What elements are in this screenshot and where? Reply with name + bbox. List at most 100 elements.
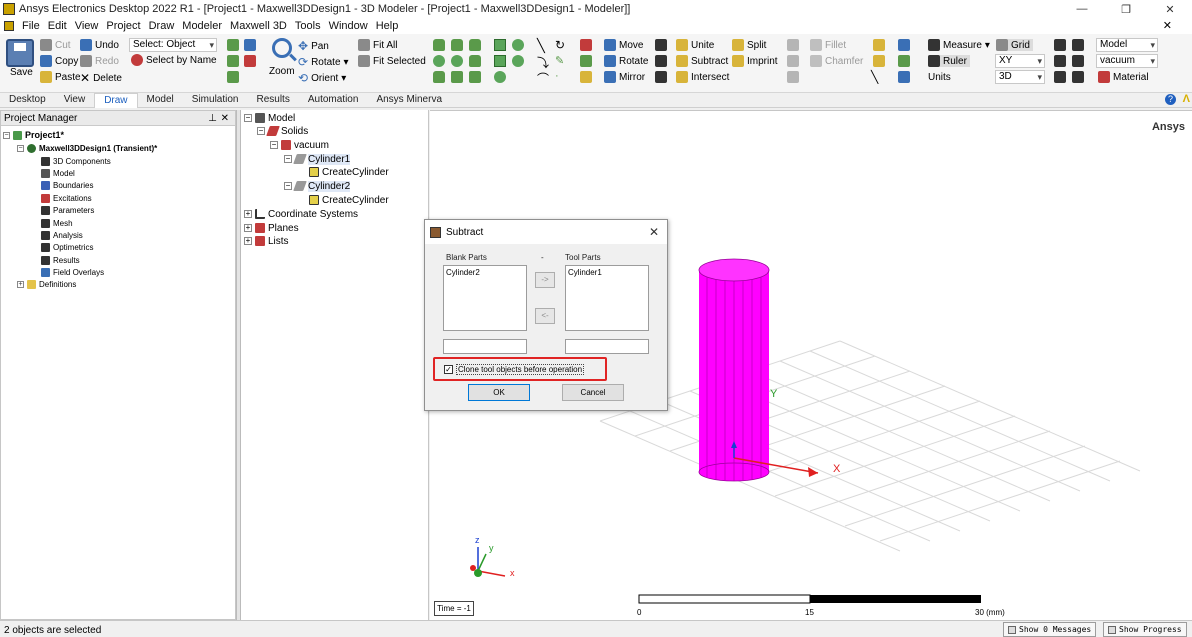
collapse-icon[interactable]: − bbox=[284, 155, 292, 163]
rectangle-icon[interactable] bbox=[494, 39, 506, 51]
snap-edge-icon[interactable] bbox=[1054, 55, 1066, 67]
close-panel-icon[interactable]: ✕ bbox=[221, 111, 229, 126]
snap-center-icon[interactable] bbox=[1054, 71, 1066, 83]
cone-primitive-icon[interactable] bbox=[451, 39, 463, 51]
collapse-icon[interactable]: − bbox=[244, 114, 252, 122]
tree-item-boundaries[interactable]: Boundaries bbox=[41, 179, 93, 191]
fit-all-button[interactable]: Fit All bbox=[358, 39, 397, 51]
tab-simulation[interactable]: Simulation bbox=[183, 93, 248, 108]
delete-button[interactable]: ✕ Delete bbox=[80, 71, 122, 85]
menu-window[interactable]: Window bbox=[325, 20, 372, 32]
mirror-button[interactable]: Mirror bbox=[604, 71, 645, 83]
sweep-icon[interactable] bbox=[787, 39, 799, 51]
close-doc-icon[interactable]: ✕ bbox=[1163, 19, 1172, 32]
pin-icon[interactable]: ⊥ bbox=[208, 111, 217, 126]
show-messages-button[interactable]: Show 0 Messages bbox=[1003, 622, 1097, 637]
tree-item-field-overlays[interactable]: Field Overlays bbox=[41, 266, 104, 278]
select-mode-combo[interactable]: Select: Object bbox=[129, 38, 217, 52]
polyhedron-primitive-icon[interactable] bbox=[433, 71, 445, 83]
point-icon[interactable]: ✎ bbox=[555, 54, 564, 67]
move-button[interactable]: Move bbox=[604, 39, 643, 51]
hexagon-icon[interactable] bbox=[494, 71, 506, 83]
coordinate-system-icon[interactable] bbox=[580, 39, 592, 51]
collapse-icon[interactable]: − bbox=[17, 144, 24, 152]
line-icon[interactable]: ╲ bbox=[537, 38, 545, 54]
expand-icon[interactable]: + bbox=[244, 224, 252, 232]
move-to-tool-button[interactable]: -> bbox=[535, 272, 555, 288]
tree-item-excitations[interactable]: Excitations bbox=[41, 192, 92, 204]
view-icon-2[interactable] bbox=[244, 39, 256, 51]
tree-item-model[interactable]: Model bbox=[41, 167, 75, 179]
snap-quadrant-icon[interactable] bbox=[1072, 71, 1084, 83]
snap-vertex-icon[interactable] bbox=[1072, 39, 1084, 51]
box-primitive-icon[interactable] bbox=[433, 39, 445, 51]
menu-maxwell3d[interactable]: Maxwell 3D bbox=[226, 20, 291, 32]
undo-button[interactable]: Undo bbox=[80, 39, 119, 51]
menu-logo-icon[interactable] bbox=[4, 21, 14, 31]
vacuum-node[interactable]: − vacuum bbox=[270, 138, 329, 152]
cylinder2-node[interactable]: − Cylinder2 bbox=[284, 179, 351, 193]
dialog-close-button[interactable]: ✕ bbox=[649, 225, 659, 239]
list-item[interactable]: Cylinder1 bbox=[568, 268, 646, 277]
rotate-view-button[interactable]: ⟳ Rotate ▾ bbox=[298, 55, 349, 69]
minimize-button[interactable]: — bbox=[1060, 0, 1104, 18]
tool-parts-field[interactable] bbox=[565, 339, 649, 354]
duplicate-icon[interactable] bbox=[655, 39, 667, 51]
tree-item-analysis[interactable]: Analysis bbox=[41, 229, 83, 241]
save-button[interactable]: Save bbox=[10, 67, 33, 78]
coordinate-systems-node[interactable]: + Coordinate Systems bbox=[244, 207, 358, 221]
tree-item-results[interactable]: Results bbox=[41, 254, 80, 266]
clone-option[interactable]: ✓ Clone tool objects before operation bbox=[444, 364, 585, 375]
expand-icon[interactable]: + bbox=[17, 280, 24, 288]
menu-view[interactable]: View bbox=[71, 20, 103, 32]
tool-parts-list[interactable]: Cylinder1 bbox=[565, 265, 649, 331]
blank-parts-field[interactable] bbox=[443, 339, 527, 354]
material-button[interactable]: Material bbox=[1098, 71, 1149, 83]
view-icon-5[interactable] bbox=[227, 71, 239, 83]
view-icon-1[interactable] bbox=[227, 39, 239, 51]
create-cylinder-1[interactable]: CreateCylinder bbox=[309, 165, 389, 179]
paste-button[interactable]: Paste bbox=[40, 71, 81, 83]
tab-model[interactable]: Model bbox=[138, 93, 183, 108]
dimension-combo[interactable]: 3D bbox=[995, 70, 1045, 84]
pan-button[interactable]: ✥ Pan bbox=[298, 39, 329, 53]
torus-primitive-icon[interactable] bbox=[451, 55, 463, 67]
surface-icon[interactable] bbox=[873, 39, 885, 51]
circle-icon[interactable] bbox=[512, 55, 524, 67]
tab-view[interactable]: View bbox=[55, 93, 95, 108]
definitions-node[interactable]: + Definitions bbox=[17, 278, 76, 290]
edge-icon[interactable] bbox=[873, 55, 885, 67]
save-icon[interactable] bbox=[6, 39, 34, 67]
move-to-blank-button[interactable]: <- bbox=[535, 308, 555, 324]
restore-button[interactable]: ❐ bbox=[1104, 0, 1148, 18]
view-icon-3[interactable] bbox=[227, 55, 239, 67]
arc-icon[interactable]: ↻ bbox=[555, 38, 565, 52]
helix-primitive-icon[interactable] bbox=[469, 55, 481, 67]
model-combo[interactable]: Model bbox=[1096, 38, 1158, 52]
plane-icon[interactable]: · bbox=[555, 70, 559, 82]
fit-selected-button[interactable]: Fit Selected bbox=[358, 55, 426, 67]
chamfer-button[interactable]: Chamfer bbox=[810, 55, 863, 67]
face-cs-icon[interactable] bbox=[898, 55, 910, 67]
cancel-button[interactable]: Cancel bbox=[562, 384, 624, 401]
menu-modeler[interactable]: Modeler bbox=[178, 20, 226, 32]
tree-item-optimetrics[interactable]: Optimetrics bbox=[41, 241, 93, 253]
thicken-icon[interactable] bbox=[787, 55, 799, 67]
tree-item-3d-components[interactable]: 3D Components bbox=[41, 155, 111, 167]
polyline-icon[interactable]: ⌒ bbox=[537, 70, 549, 87]
measure-button[interactable]: Measure ▾ bbox=[928, 39, 990, 51]
tab-results[interactable]: Results bbox=[247, 93, 298, 108]
show-progress-button[interactable]: Show Progress bbox=[1103, 622, 1187, 637]
close-window-button[interactable]: ✕ bbox=[1148, 0, 1192, 18]
copy-button[interactable]: Copy bbox=[40, 55, 78, 67]
list-item[interactable]: Cylinder2 bbox=[446, 268, 524, 277]
cut-button[interactable]: Cut bbox=[40, 39, 71, 51]
snap-face-icon[interactable] bbox=[1072, 55, 1084, 67]
coordinate-system-dropdown-icon[interactable] bbox=[898, 39, 910, 51]
collapse-icon[interactable]: − bbox=[270, 141, 278, 149]
cylinder-primitive-icon[interactable] bbox=[469, 39, 481, 51]
menu-file[interactable]: File bbox=[18, 20, 44, 32]
sphere-primitive-icon[interactable] bbox=[433, 55, 445, 67]
duplicate-mirror-icon[interactable] bbox=[655, 71, 667, 83]
units-button[interactable]: Units bbox=[928, 72, 951, 83]
